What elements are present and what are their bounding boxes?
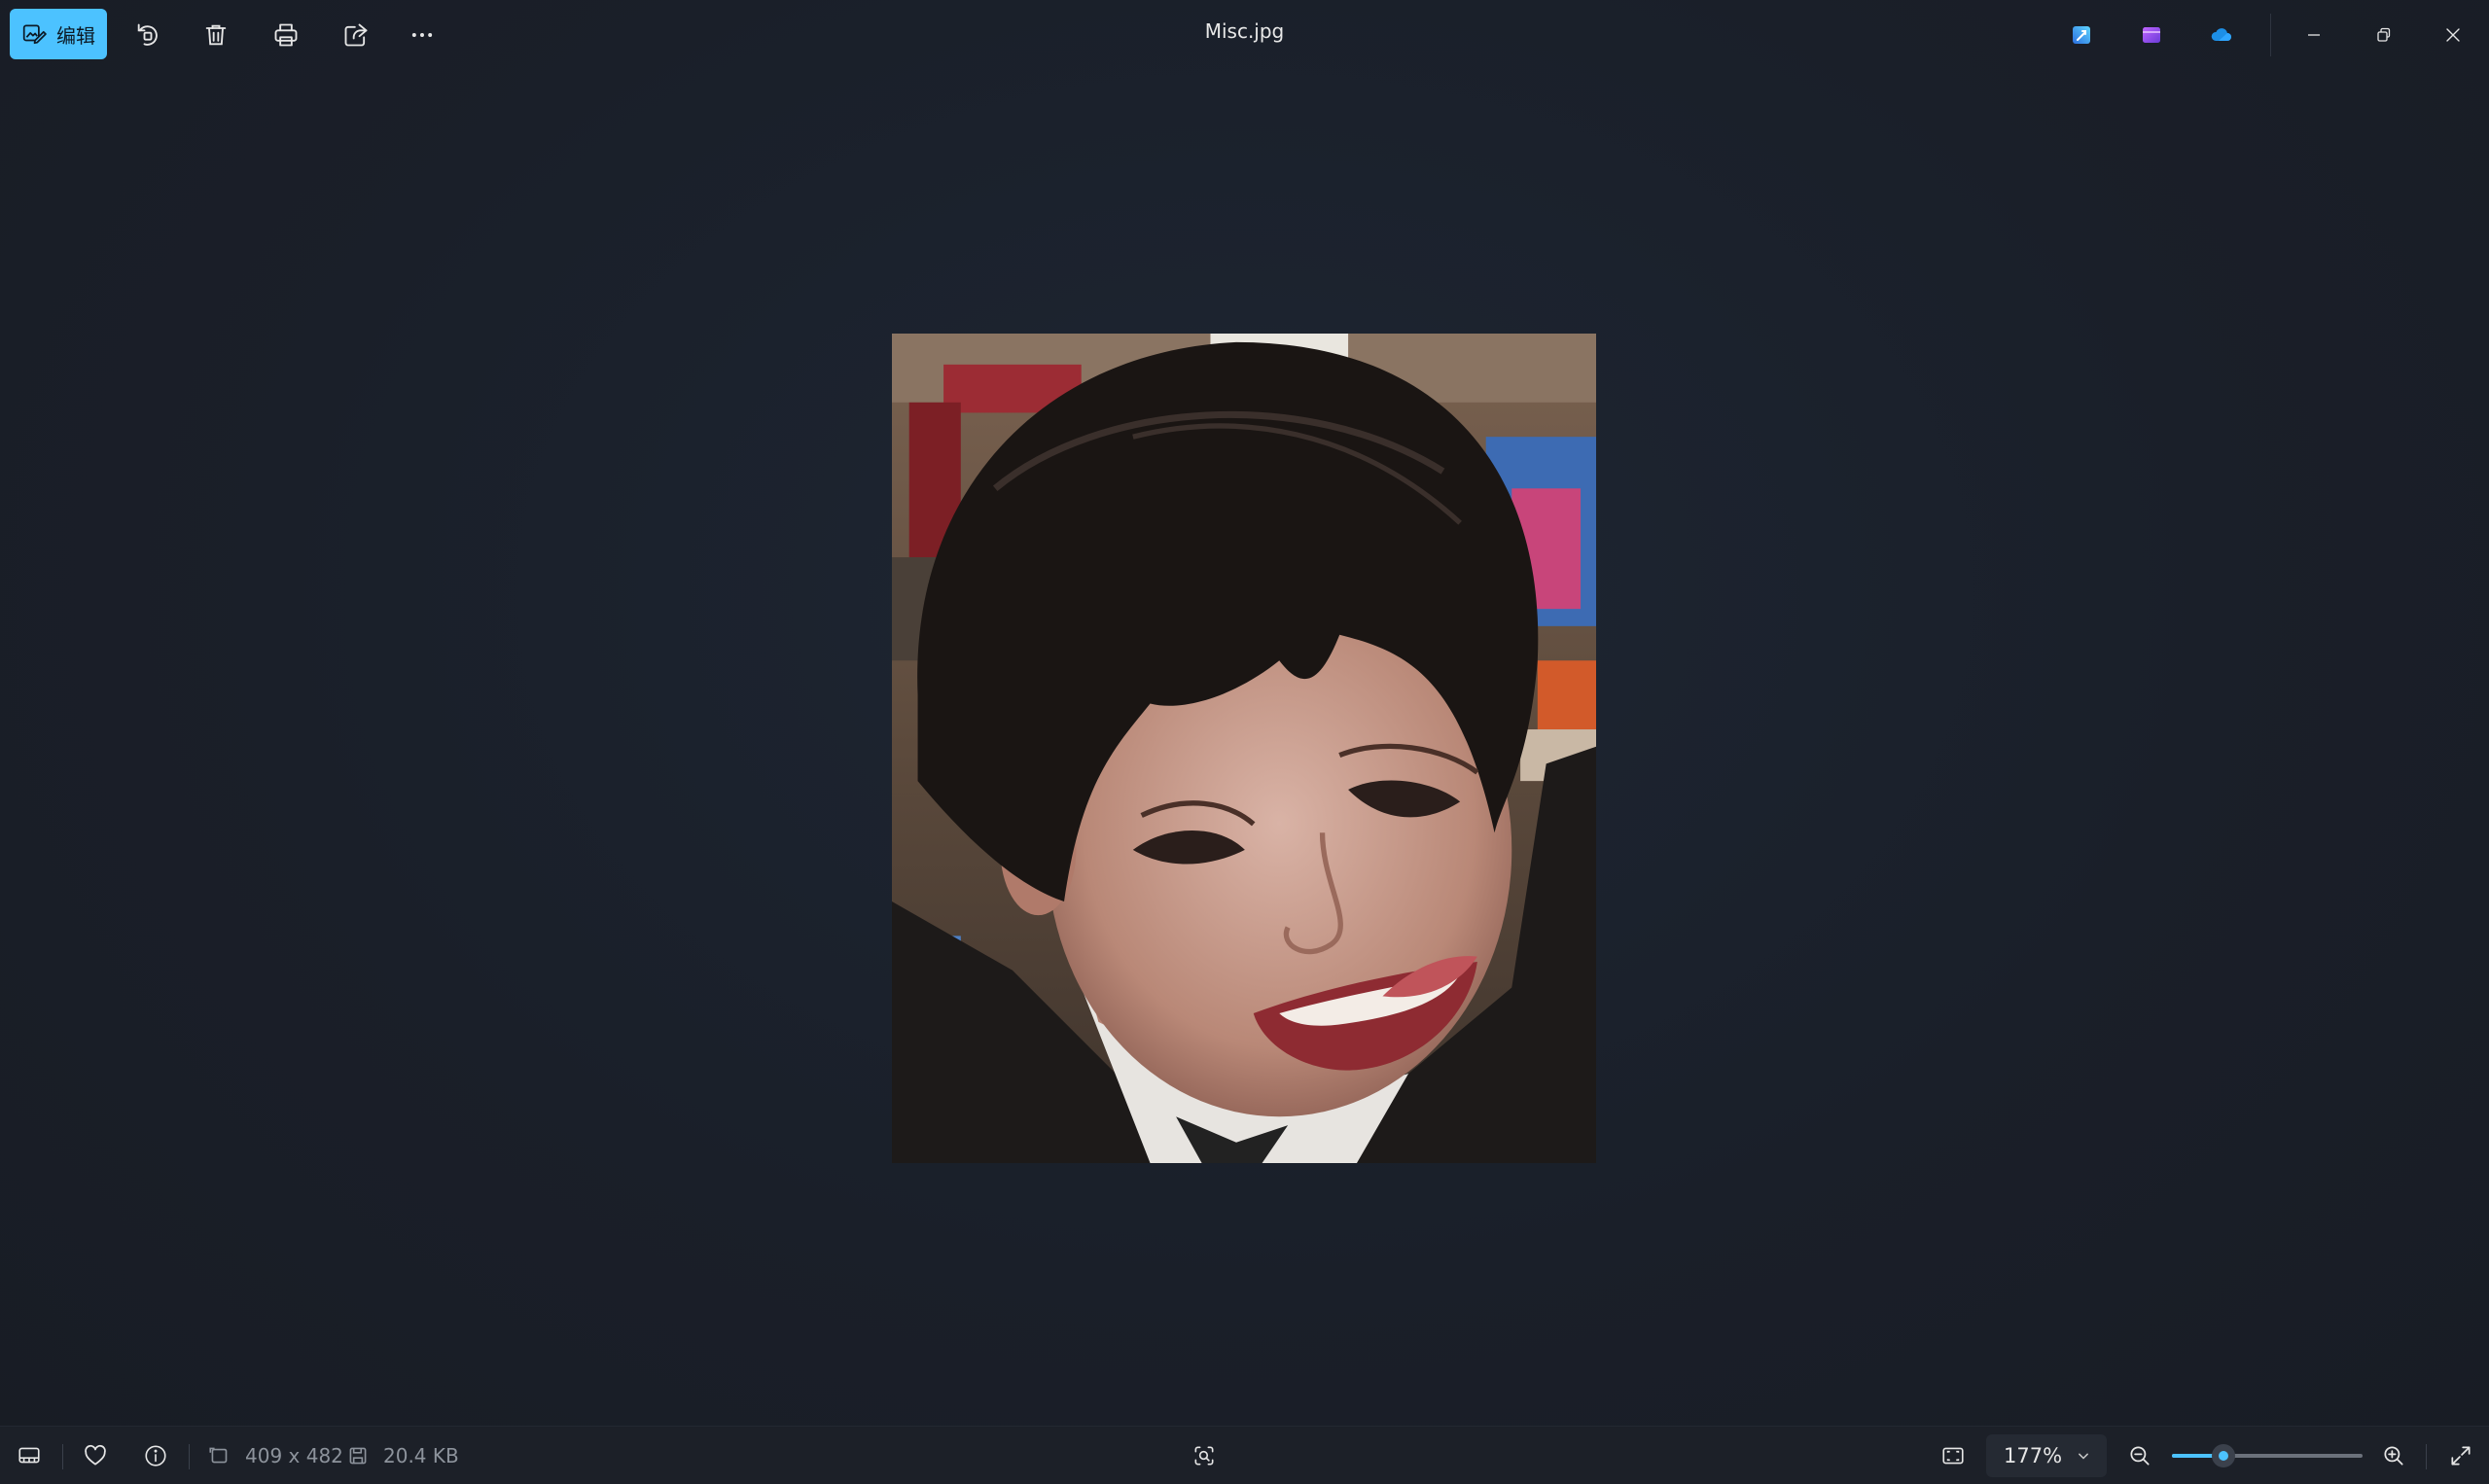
fit-to-window-icon — [1942, 1447, 1964, 1465]
print-button[interactable] — [265, 14, 307, 56]
bottom-separator — [189, 1444, 190, 1469]
bottom-status-bar: 409 x 482 20.4 KB 177% — [0, 1426, 2489, 1484]
visual-search-button[interactable] — [1183, 1434, 1226, 1477]
delete-button[interactable] — [195, 14, 237, 56]
onedrive-button[interactable] — [2200, 14, 2243, 56]
delete-icon — [205, 24, 227, 46]
share-button[interactable] — [335, 14, 377, 56]
fit-to-window-button[interactable] — [1932, 1434, 1974, 1477]
zoom-slider-thumb[interactable] — [2211, 1444, 2235, 1467]
designer-app-icon — [2073, 26, 2090, 44]
close-button[interactable] — [2432, 14, 2474, 56]
minimize-icon — [2308, 34, 2320, 36]
save-disk-icon — [349, 1447, 367, 1465]
favorite-button[interactable] — [74, 1434, 117, 1477]
print-icon — [274, 23, 298, 47]
bottom-separator — [62, 1444, 63, 1469]
share-icon — [344, 23, 368, 47]
full-screen-button[interactable] — [2439, 1434, 2482, 1477]
full-screen-icon — [2451, 1446, 2471, 1466]
edit-button-label: 编辑 — [56, 23, 95, 48]
clipchamp-app-icon — [2143, 27, 2160, 43]
file-info-button[interactable] — [134, 1434, 177, 1477]
minimize-button[interactable] — [2293, 14, 2335, 56]
title-separator — [2270, 14, 2271, 56]
zoom-out-icon — [2130, 1446, 2150, 1466]
zoom-in-button[interactable] — [2372, 1434, 2415, 1477]
zoom-out-button[interactable] — [2118, 1434, 2161, 1477]
filmstrip-icon — [18, 1447, 40, 1464]
more-options-button[interactable] — [401, 14, 444, 56]
zoom-in-icon — [2384, 1446, 2403, 1466]
designer-app-button[interactable] — [2060, 14, 2103, 56]
photos-app-window: 编辑 Misc.jpg 409 x 482 20.4 KB 177% — [0, 0, 2489, 1484]
rotate-button[interactable] — [126, 14, 169, 56]
zoom-slider[interactable] — [2172, 1444, 2363, 1467]
info-icon — [145, 1445, 166, 1466]
image-dimensions: 409 x 482 — [245, 1444, 343, 1467]
onedrive-icon — [2211, 28, 2231, 41]
chevron-down-icon — [2079, 1453, 2088, 1460]
heart-icon — [85, 1444, 106, 1466]
zoom-level-value: 177% — [2004, 1444, 2063, 1467]
edit-button[interactable]: 编辑 — [10, 9, 107, 59]
rotate-icon — [137, 23, 158, 46]
close-icon — [2446, 28, 2460, 42]
filmstrip-toggle-button[interactable] — [8, 1434, 51, 1477]
clipchamp-app-button[interactable] — [2130, 14, 2173, 56]
edit-image-icon — [22, 24, 47, 45]
restore-icon — [2377, 27, 2391, 42]
top-toolbar: 编辑 Misc.jpg — [0, 0, 2489, 70]
window-title: Misc.jpg — [1204, 19, 1285, 43]
file-size-indicator — [337, 1434, 379, 1477]
portrait-photo — [892, 334, 1596, 1163]
photo-viewer-image[interactable] — [892, 334, 1596, 1163]
image-dimensions-icon — [209, 1447, 228, 1464]
visual-search-icon — [1194, 1446, 1214, 1466]
zoom-level-dropdown[interactable]: 177% — [1986, 1434, 2107, 1477]
restore-button[interactable] — [2362, 14, 2404, 56]
file-size: 20.4 KB — [383, 1444, 459, 1467]
more-icon — [411, 33, 433, 37]
dimensions-indicator — [198, 1434, 241, 1477]
bottom-separator — [2426, 1444, 2427, 1469]
